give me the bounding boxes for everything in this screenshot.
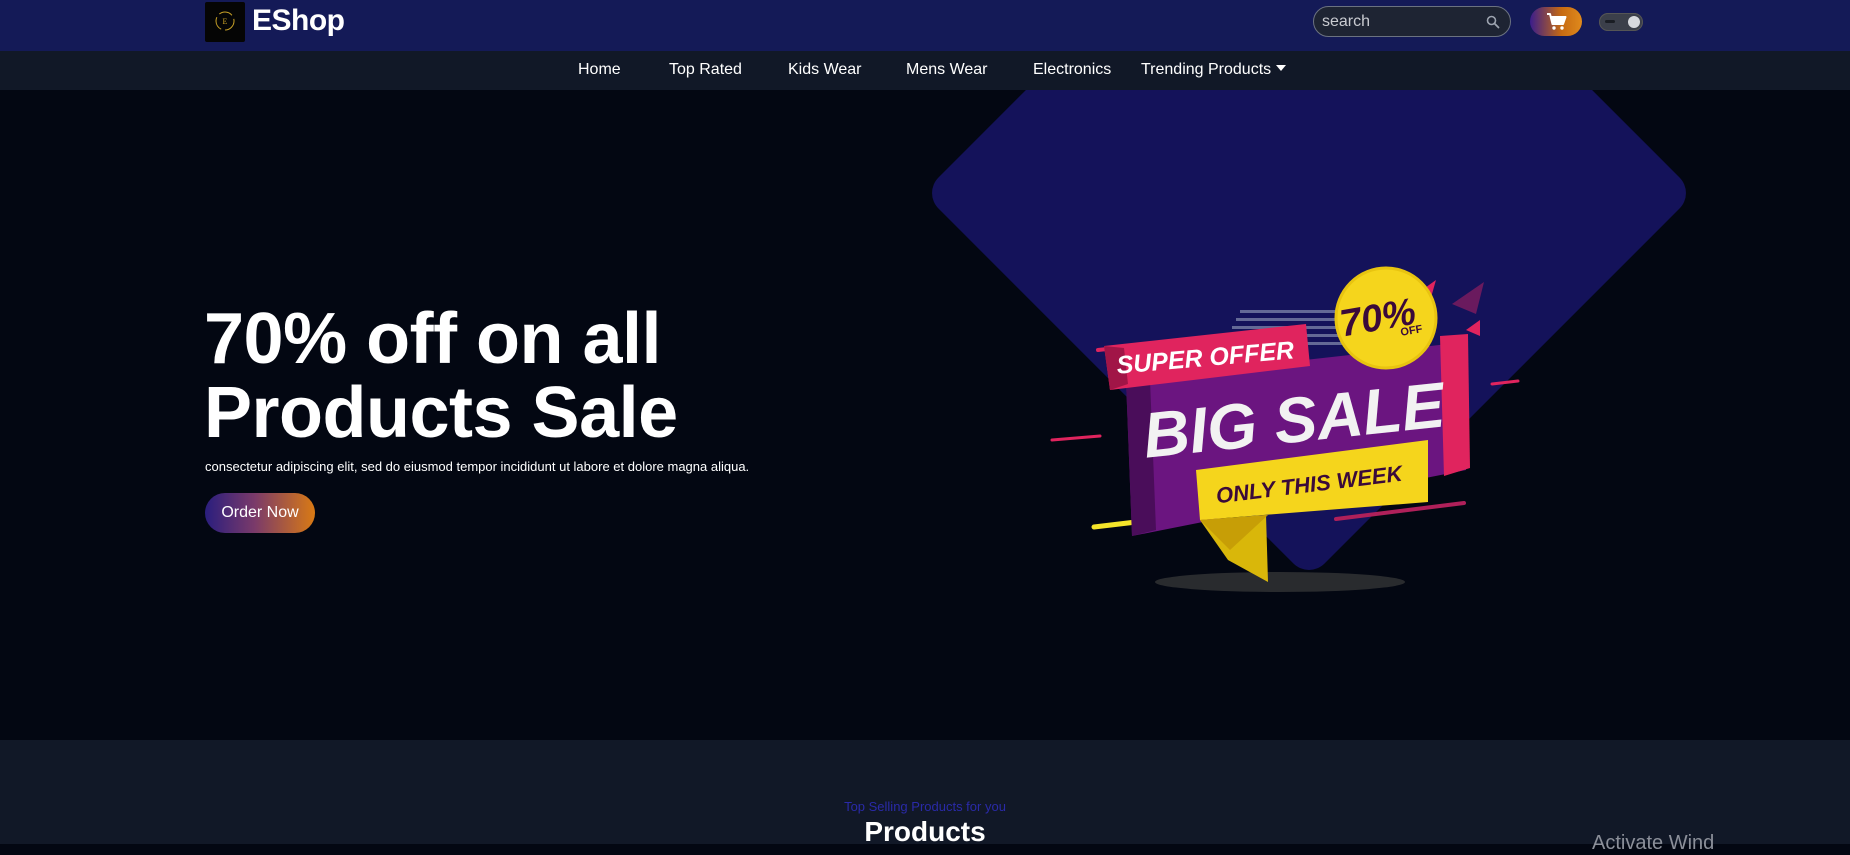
hero-subtext: consectetur adipiscing elit, sed do eius… <box>205 459 750 474</box>
caret-down-icon <box>1276 64 1287 71</box>
nav-trending-label: Trending Products <box>1141 61 1272 78</box>
big-sale-banner: SUPER OFFER BIG SALE ONLY THIS WEEK 70% … <box>1050 266 1520 592</box>
nav-top-rated[interactable]: Top Rated <box>669 61 742 79</box>
top-bar: E EShop <box>0 0 1850 51</box>
search-input[interactable] <box>1322 12 1482 32</box>
products-section: Top Selling Products for you Products Ac… <box>0 740 1850 854</box>
hero-section: 70% off on all Products Sale consectetur… <box>0 90 1850 740</box>
products-tagline: Top Selling Products for you <box>844 799 1006 814</box>
nav-mens-wear[interactable]: Mens Wear <box>906 61 988 79</box>
nav-home[interactable]: Home <box>578 61 621 79</box>
logo-icon[interactable]: E <box>205 2 245 42</box>
search-box[interactable] <box>1313 6 1511 37</box>
toggle-track-icon <box>1605 20 1615 23</box>
nav-kids-wear[interactable]: Kids Wear <box>788 61 862 79</box>
hero-headline: 70% off on all Products Sale <box>204 302 678 450</box>
nav-trending-products[interactable]: Trending Products <box>1141 61 1287 79</box>
theme-toggle[interactable] <box>1599 13 1643 31</box>
order-now-button[interactable]: Order Now <box>205 493 315 533</box>
hero-headline-line1: 70% off on all <box>204 299 662 379</box>
main-nav: Home Top Rated Kids Wear Mens Wear Elect… <box>0 51 1850 90</box>
hero-headline-line2: Products Sale <box>204 373 678 453</box>
search-icon[interactable] <box>1486 15 1500 34</box>
products-title: Products <box>864 816 986 847</box>
brand-name[interactable]: EShop <box>252 4 345 38</box>
nav-electronics[interactable]: Electronics <box>1033 61 1111 79</box>
cart-icon <box>1547 13 1567 30</box>
logo-letter: E <box>223 17 228 26</box>
cart-button[interactable] <box>1530 7 1582 36</box>
toggle-knob <box>1628 16 1640 28</box>
